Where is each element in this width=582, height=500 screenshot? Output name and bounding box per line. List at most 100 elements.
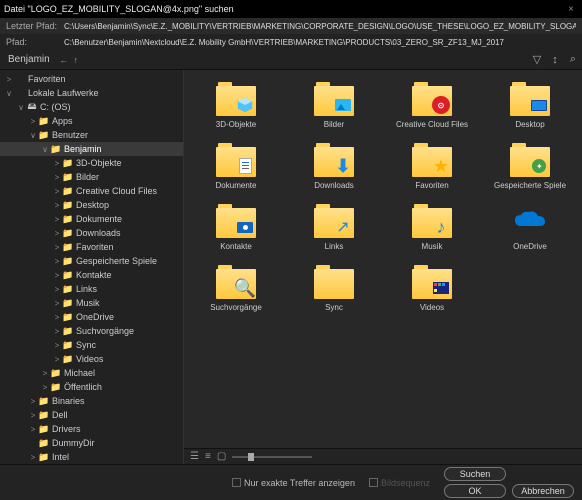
tree-node-icon: 📁 bbox=[62, 200, 74, 211]
last-path-label: Letzter Pfad: bbox=[6, 21, 64, 31]
tree-node-icon: 📁 bbox=[38, 452, 50, 463]
tree-item[interactable]: >📁Favoriten bbox=[0, 240, 183, 254]
tree-item-label: Videos bbox=[76, 354, 103, 364]
expander-icon[interactable]: > bbox=[28, 411, 38, 420]
up-icon[interactable]: ↑ bbox=[70, 55, 82, 65]
tree-item[interactable]: >📁Videos bbox=[0, 352, 183, 366]
tree-item[interactable]: >📁Links bbox=[0, 282, 183, 296]
expander-icon[interactable]: > bbox=[28, 397, 38, 406]
tree-item[interactable]: >📁Suchvorgänge bbox=[0, 324, 183, 338]
search-icon[interactable]: ⌕ bbox=[564, 53, 582, 66]
tree-item[interactable]: ∨📁Benjamin bbox=[0, 142, 183, 156]
tree-item[interactable]: >📁Bilder bbox=[0, 170, 183, 184]
expander-icon[interactable]: > bbox=[28, 453, 38, 462]
expander-icon[interactable]: > bbox=[52, 285, 62, 294]
view-list-icon[interactable]: ☰ bbox=[190, 451, 199, 462]
folder-item[interactable]: 3D-Objekte bbox=[188, 78, 284, 133]
folder-overlay-icon: ✦ bbox=[530, 157, 548, 175]
expander-icon[interactable]: ∨ bbox=[4, 89, 14, 98]
folder-icon: 🔍 bbox=[216, 265, 256, 299]
back-icon[interactable]: ← bbox=[58, 55, 70, 65]
folder-item[interactable]: Videos bbox=[384, 261, 480, 316]
tree-item[interactable]: 📁DummyDir bbox=[0, 436, 183, 450]
tree-item[interactable]: ∨📁Benutzer bbox=[0, 128, 183, 142]
folder-item[interactable]: Dokumente bbox=[188, 139, 284, 194]
expander-icon[interactable]: > bbox=[52, 173, 62, 182]
tree-sidebar[interactable]: >Favoriten∨Lokale Laufwerke∨🖴C: (OS)>📁Ap… bbox=[0, 70, 184, 464]
tree-item[interactable]: >📁Intel bbox=[0, 450, 183, 464]
tree-item[interactable]: >📁Michael bbox=[0, 366, 183, 380]
filter-icon[interactable]: ▽ bbox=[528, 53, 546, 66]
view-grid-icon[interactable]: ▢ bbox=[217, 451, 226, 462]
folder-item[interactable]: ⊙Creative Cloud Files bbox=[384, 78, 480, 133]
tree-item[interactable]: >📁3D-Objekte bbox=[0, 156, 183, 170]
exact-match-checkbox[interactable]: Nur exakte Treffer anzeigen bbox=[232, 478, 355, 488]
expander-icon[interactable]: > bbox=[4, 75, 14, 84]
sort-icon[interactable]: ↕ bbox=[546, 54, 564, 66]
tree-item[interactable]: >📁Öffentlich bbox=[0, 380, 183, 394]
path-input[interactable] bbox=[64, 38, 576, 47]
folder-label: Dokumente bbox=[216, 181, 257, 190]
tree-item[interactable]: >📁Gespeicherte Spiele bbox=[0, 254, 183, 268]
tree-item[interactable]: >📁Desktop bbox=[0, 198, 183, 212]
folder-item[interactable]: OneDrive bbox=[482, 200, 578, 255]
expander-icon[interactable]: ∨ bbox=[16, 103, 26, 112]
close-icon[interactable]: × bbox=[564, 4, 578, 15]
expander-icon[interactable]: > bbox=[52, 215, 62, 224]
expander-icon[interactable]: > bbox=[52, 313, 62, 322]
expander-icon[interactable]: > bbox=[28, 425, 38, 434]
folder-item[interactable]: 🔍Suchvorgänge bbox=[188, 261, 284, 316]
tree-item-label: Gespeicherte Spiele bbox=[76, 256, 157, 266]
expander-icon[interactable]: > bbox=[52, 229, 62, 238]
tree-item[interactable]: >📁Creative Cloud Files bbox=[0, 184, 183, 198]
cancel-button[interactable]: Abbrechen bbox=[512, 484, 574, 498]
onedrive-icon bbox=[510, 204, 550, 238]
tree-item[interactable]: >📁Dell bbox=[0, 408, 183, 422]
tree-item[interactable]: >📁Binaries bbox=[0, 394, 183, 408]
expander-icon[interactable]: > bbox=[52, 271, 62, 280]
tree-item-label: Binaries bbox=[52, 396, 85, 406]
expander-icon[interactable]: > bbox=[40, 383, 50, 392]
expander-icon[interactable]: > bbox=[40, 369, 50, 378]
folder-item[interactable]: Kontakte bbox=[188, 200, 284, 255]
ok-button[interactable]: OK bbox=[444, 484, 506, 498]
expander-icon[interactable]: > bbox=[52, 243, 62, 252]
expander-icon[interactable]: > bbox=[52, 201, 62, 210]
folder-icon: ★ bbox=[412, 143, 452, 177]
expander-icon[interactable]: > bbox=[52, 327, 62, 336]
tree-item[interactable]: >📁Apps bbox=[0, 114, 183, 128]
tree-item[interactable]: >📁Sync bbox=[0, 338, 183, 352]
expander-icon[interactable]: > bbox=[52, 257, 62, 266]
view-details-icon[interactable]: ≡ bbox=[205, 451, 211, 462]
expander-icon[interactable]: > bbox=[28, 117, 38, 126]
folder-item[interactable]: ♪Musik bbox=[384, 200, 480, 255]
tree-item[interactable]: >📁OneDrive bbox=[0, 310, 183, 324]
expander-icon[interactable]: > bbox=[52, 299, 62, 308]
folder-item[interactable]: Sync bbox=[286, 261, 382, 316]
tree-item[interactable]: ∨Lokale Laufwerke bbox=[0, 86, 183, 100]
tree-item[interactable]: ∨🖴C: (OS) bbox=[0, 100, 183, 114]
tree-item[interactable]: >📁Dokumente bbox=[0, 212, 183, 226]
tree-item[interactable]: >📁Kontakte bbox=[0, 268, 183, 282]
folder-item[interactable]: ⬇Downloads bbox=[286, 139, 382, 194]
zoom-slider[interactable] bbox=[232, 456, 312, 458]
tree-item[interactable]: >📁Downloads bbox=[0, 226, 183, 240]
expander-icon[interactable]: > bbox=[52, 159, 62, 168]
breadcrumb-current[interactable]: Benjamin bbox=[0, 54, 58, 65]
folder-item[interactable]: ✦Gespeicherte Spiele bbox=[482, 139, 578, 194]
folder-item[interactable]: ↗Links bbox=[286, 200, 382, 255]
tree-item[interactable]: >📁Musik bbox=[0, 296, 183, 310]
tree-node-icon: 📁 bbox=[62, 172, 74, 183]
folder-item[interactable]: Bilder bbox=[286, 78, 382, 133]
folder-item[interactable]: ★Favoriten bbox=[384, 139, 480, 194]
folder-icon: ↗ bbox=[314, 204, 354, 238]
tree-item[interactable]: >Favoriten bbox=[0, 72, 183, 86]
expander-icon[interactable]: > bbox=[52, 355, 62, 364]
expander-icon[interactable]: ∨ bbox=[40, 145, 50, 154]
expander-icon[interactable]: > bbox=[52, 341, 62, 350]
expander-icon[interactable]: ∨ bbox=[28, 131, 38, 140]
expander-icon[interactable]: > bbox=[52, 187, 62, 196]
search-button[interactable]: Suchen bbox=[444, 467, 506, 481]
tree-item[interactable]: >📁Drivers bbox=[0, 422, 183, 436]
folder-item[interactable]: Desktop bbox=[482, 78, 578, 133]
